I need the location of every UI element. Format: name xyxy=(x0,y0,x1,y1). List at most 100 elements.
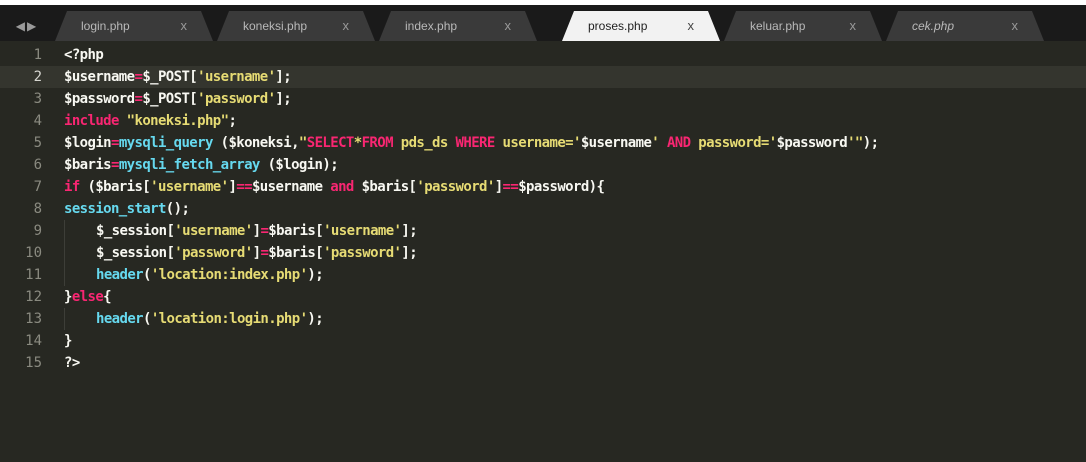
code-token: $username xyxy=(580,135,652,151)
code-token: $login xyxy=(64,135,112,151)
line-number: 1 xyxy=(33,47,42,63)
code-token: SELECT xyxy=(306,135,355,151)
chevron-right-icon[interactable]: ▶ xyxy=(27,19,36,33)
code-token: $baris[ xyxy=(353,179,417,195)
line-number: 15 xyxy=(25,355,42,371)
code-line[interactable]: } xyxy=(64,330,72,352)
tab-login[interactable]: login.php x xyxy=(55,11,213,41)
code-token: '" xyxy=(847,135,863,151)
indent-guide xyxy=(64,264,96,286)
code-token: $_session[ xyxy=(96,223,175,239)
code-token: * xyxy=(353,135,362,151)
close-icon[interactable]: x xyxy=(181,18,188,33)
code-token: = xyxy=(110,157,119,173)
code-token: ; xyxy=(228,113,237,129)
line-number: 6 xyxy=(33,157,42,173)
code-line[interactable]: $baris=mysqli_fetch_array ($login); xyxy=(64,154,339,176)
code-token: 'username' xyxy=(197,69,276,85)
close-icon[interactable]: x xyxy=(505,18,512,33)
code-token: 'password' xyxy=(416,179,495,195)
code-token: ]; xyxy=(275,69,292,85)
code-token: ?> xyxy=(64,355,80,371)
close-icon[interactable]: x xyxy=(688,18,695,33)
code-line[interactable]: $password=$_POST['password']; xyxy=(64,88,292,110)
code-token: header xyxy=(96,311,144,327)
code-token: <?php xyxy=(64,47,104,63)
code-token: { xyxy=(103,289,112,305)
code-token: $password xyxy=(64,91,135,107)
tab-label: login.php xyxy=(81,19,130,33)
code-token: header xyxy=(96,267,144,283)
code-line[interactable]: session_start(); xyxy=(64,198,190,220)
indent-guide xyxy=(64,308,96,330)
code-token: if xyxy=(64,179,80,195)
close-icon[interactable]: x xyxy=(1012,18,1019,33)
code-token: $_POST[ xyxy=(142,69,198,85)
code-line[interactable]: }else{ xyxy=(64,286,112,308)
code-line[interactable]: <?php xyxy=(64,44,104,66)
line-number: 2 xyxy=(33,69,42,85)
code-line[interactable]: header('location:index.php'); xyxy=(64,264,324,286)
code-token: pds_ds xyxy=(392,135,456,151)
code-token: mysqli_fetch_array xyxy=(118,157,261,173)
code-token: } xyxy=(64,333,72,349)
tab-index[interactable]: index.php x xyxy=(379,11,537,41)
line-number: 5 xyxy=(33,135,42,151)
close-icon[interactable]: x xyxy=(343,18,350,33)
line-number: 11 xyxy=(25,267,42,283)
code-token: 'username' xyxy=(174,223,253,239)
line-number: 14 xyxy=(25,333,42,349)
code-token: include xyxy=(64,113,119,129)
tab-cek[interactable]: cek.php x xyxy=(886,11,1044,41)
code-token: ($login); xyxy=(259,157,339,173)
code-token: ( xyxy=(142,311,151,327)
tab-bar: ◀ ▶ login.php x koneksi.php x index.php x pros… xyxy=(0,0,1086,41)
code-line[interactable]: if ($baris['username']==$username and $b… xyxy=(64,176,605,198)
code-line[interactable]: header('location:login.php'); xyxy=(64,308,324,330)
code-line[interactable]: include "koneksi.php"; xyxy=(64,110,237,132)
code-line[interactable]: $username=$_POST['username']; xyxy=(64,66,292,88)
code-token: 'password' xyxy=(323,245,402,261)
code-token: ]; xyxy=(401,223,418,239)
code-token: $_POST[ xyxy=(142,91,198,107)
code-token: ' xyxy=(651,135,667,151)
tab-keluar[interactable]: keluar.php x xyxy=(724,11,882,41)
tab-nav-arrows[interactable]: ◀ ▶ xyxy=(6,11,46,41)
chevron-left-icon[interactable]: ◀ xyxy=(16,19,25,33)
code-token: $username xyxy=(64,69,135,85)
code-token: ]; xyxy=(275,91,292,107)
code-token: $password xyxy=(776,135,848,151)
tab-label: koneksi.php xyxy=(243,19,308,33)
code-token: FROM xyxy=(361,135,394,151)
code-token: ); xyxy=(307,267,324,283)
code-token: (); xyxy=(165,201,190,217)
code-token: ); xyxy=(307,311,324,327)
code-token: ]; xyxy=(401,245,418,261)
code-line[interactable]: $login=mysqli_query ($koneksi,"SELECT*FR… xyxy=(64,132,879,154)
code-line[interactable]: $_session['password']=$baris['password']… xyxy=(64,242,418,264)
code-token: 'password' xyxy=(174,245,253,261)
code-token: session_start xyxy=(64,201,166,217)
code-token: ); xyxy=(862,135,879,151)
code-token: mysqli_query xyxy=(118,135,214,151)
code-token: } xyxy=(64,289,72,305)
tab-proses[interactable]: proses.php x xyxy=(562,11,720,41)
tab-koneksi[interactable]: koneksi.php x xyxy=(217,11,375,41)
code-editor[interactable]: 1 2 3 4 5 6 7 8 9 10 11 12 13 14 15 <?php $username=$_P… xyxy=(0,41,1086,462)
close-icon[interactable]: x xyxy=(850,18,857,33)
code-token: $password){ xyxy=(518,179,605,195)
line-number: 13 xyxy=(25,311,42,327)
code-token: $baris[ xyxy=(268,223,324,239)
code-token: WHERE xyxy=(455,135,496,151)
code-token: "koneksi.php" xyxy=(126,113,229,129)
code-token: $_session[ xyxy=(96,245,175,261)
code-line[interactable]: $_session['username']=$baris['username']… xyxy=(64,220,418,242)
code-line[interactable]: ?> xyxy=(64,352,80,374)
code-token: AND xyxy=(666,135,691,151)
code-token: $baris[ xyxy=(268,245,324,261)
code-token: password=' xyxy=(690,135,777,151)
line-number-gutter: 1 2 3 4 5 6 7 8 9 10 11 12 13 14 15 xyxy=(0,41,52,462)
code-token: $username xyxy=(251,179,331,195)
code-token: == xyxy=(236,179,252,195)
